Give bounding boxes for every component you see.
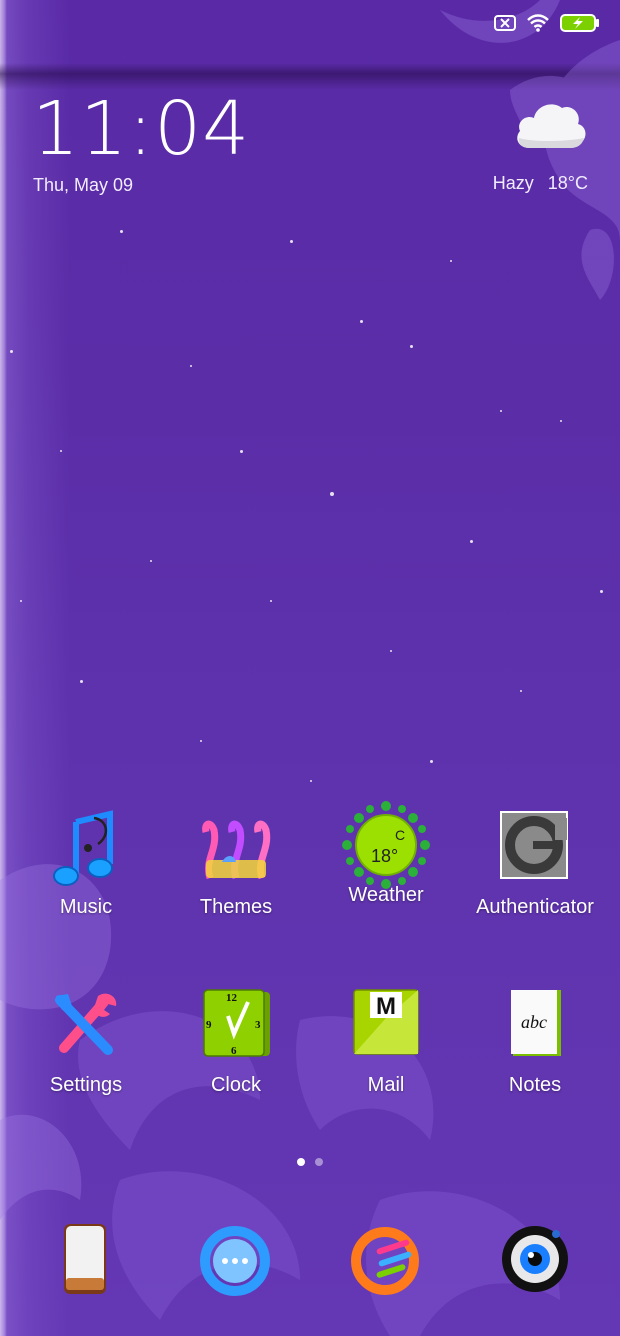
star [560, 420, 562, 422]
app-label: Mail [367, 1074, 405, 1096]
star [20, 600, 22, 602]
messages-icon[interactable] [198, 1224, 272, 1298]
phone-icon[interactable] [48, 1220, 122, 1294]
app-label: Settings [49, 1074, 123, 1096]
notes-icon: abc [499, 988, 571, 1060]
star [240, 450, 243, 453]
star [80, 680, 83, 683]
app-label: Themes [199, 896, 273, 918]
sim-error-icon [494, 15, 516, 31]
clock-numeral: 12 [226, 992, 238, 1004]
clock-numeral: 3 [255, 1019, 261, 1031]
music-notes-icon [50, 810, 122, 886]
star [60, 450, 62, 452]
app-label: Clock [210, 1074, 261, 1096]
browser-icon[interactable] [348, 1224, 422, 1298]
star [330, 492, 334, 496]
star [470, 540, 473, 543]
star [600, 590, 603, 593]
star [190, 365, 192, 367]
star [430, 760, 433, 763]
app-label: Notes [508, 1074, 562, 1096]
themes-icon [200, 810, 272, 882]
camera-icon[interactable] [498, 1222, 572, 1296]
app-music[interactable]: Music [11, 810, 161, 919]
star [450, 260, 452, 262]
star [120, 230, 123, 233]
mail-icon-letter: M [376, 993, 396, 1020]
mail-icon: M [350, 988, 422, 1060]
status-bar [494, 14, 600, 32]
app-settings[interactable]: Settings [11, 988, 161, 1097]
lockscreen-date: Thu, May 09 [33, 175, 134, 195]
page-dot-active[interactable] [297, 1158, 305, 1166]
wifi-icon [527, 14, 549, 32]
star [270, 600, 272, 602]
clock-numeral: 6 [231, 1045, 237, 1057]
dock [0, 1220, 620, 1300]
page-indicator[interactable] [0, 1158, 620, 1166]
weather-icon-unit: C [395, 827, 405, 843]
lockscreen-clock[interactable]: 11:04 [32, 92, 250, 166]
page-dot[interactable] [315, 1158, 323, 1166]
app-label: Music [59, 896, 113, 918]
weather-widget[interactable]: Hazy 18°C [493, 173, 588, 194]
star [310, 780, 312, 782]
app-authenticator[interactable]: Authenticator [460, 810, 610, 919]
star [360, 320, 363, 323]
tools-icon [50, 988, 122, 1060]
app-themes[interactable]: Themes [161, 810, 311, 919]
star [10, 350, 13, 353]
app-notes[interactable]: abc Notes [460, 988, 610, 1097]
cloud-icon[interactable] [512, 100, 588, 152]
star [150, 560, 152, 562]
star [500, 410, 502, 412]
home-screen: 11:04 Thu, May 09 Hazy 18°C Music Themes… [0, 0, 620, 1336]
app-mail[interactable]: M Mail [311, 988, 461, 1097]
authenticator-icon [499, 810, 571, 882]
star [520, 690, 522, 692]
app-label: Authenticator [476, 896, 594, 918]
clock-icon: 12 3 6 9 [200, 988, 272, 1060]
star [410, 345, 413, 348]
battery-charging-icon [560, 14, 599, 32]
star [390, 650, 392, 652]
weather-condition: Hazy [492, 173, 534, 193]
app-clock[interactable]: 12 3 6 9 Clock [161, 988, 311, 1097]
app-weather[interactable]: C 18° Weather [311, 801, 461, 907]
weather-temperature: 18°C [547, 173, 588, 193]
notes-icon-text: abc [521, 1012, 547, 1032]
clock-numeral: 9 [206, 1019, 212, 1031]
star [290, 240, 293, 243]
star [200, 740, 202, 742]
weather-sun-icon: C 18° [339, 798, 433, 892]
weather-icon-temp: 18° [371, 846, 398, 866]
